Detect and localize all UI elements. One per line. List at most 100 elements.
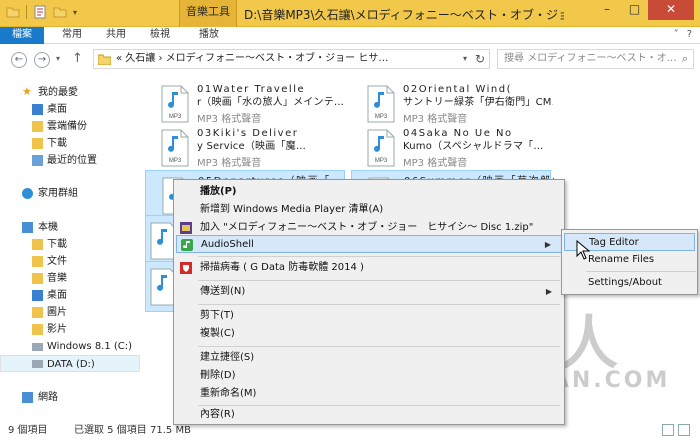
address-dropdown-icon[interactable]: ▾ <box>463 50 467 68</box>
submenu-item-settings-about[interactable]: Settings/About <box>564 274 695 292</box>
file-name-line2: r（映画「水の旅人」メインテ… <box>197 97 345 108</box>
file-type-label: MP3 <box>169 158 182 164</box>
menu-item-send-to[interactable]: 傳送到(N) ▶ <box>176 283 562 301</box>
file-type: MP3 格式聲音 <box>197 158 262 169</box>
file-item[interactable]: MP3 04Saka No Ue No Kumo（スペシャルドラマ「… MP3 … <box>351 123 551 174</box>
file-item[interactable]: MP3 03Kiki's Deliver y Service（映画「魔… MP3… <box>145 123 345 174</box>
sidebar-item-drive-d[interactable]: DATA (D:) <box>0 355 140 372</box>
properties-icon[interactable] <box>33 5 47 19</box>
address-path: « 久石讓 › メロディフォニー～ベスト・オブ・ジョー ヒサ… <box>116 53 389 64</box>
documents-icon <box>32 256 43 267</box>
sidebar-item-videos[interactable]: 影片 <box>0 321 140 338</box>
audioshell-submenu: Tag Editor Rename Files Settings/About <box>561 229 698 295</box>
menu-item-add-to-wmp[interactable]: 新增到 Windows Media Player 清單(A) <box>176 201 562 219</box>
search-input[interactable]: 搜尋 メロディフォニー～ベスト・オ… ⌕ <box>497 49 694 69</box>
tiles-view-icon[interactable] <box>678 424 690 436</box>
window-title: D:\音樂MP3\久石讓\メロディフォニー～ベスト・オブ・ジョー・ヒサイシ～ D… <box>244 8 564 22</box>
sidebar-item-recent[interactable]: 最近的位置 <box>0 152 140 169</box>
quick-access-toolbar: ▾ <box>6 5 77 19</box>
tab-play[interactable]: 播放 <box>187 27 231 44</box>
menu-item-audioshell[interactable]: AudioShell ▶ <box>176 235 562 253</box>
desktop-icon <box>32 290 43 301</box>
view-switcher <box>662 424 690 436</box>
menu-item-rename[interactable]: 重新命名(M) <box>176 385 562 403</box>
file-name: 04Saka No Ue No <box>403 128 513 139</box>
menu-item-delete[interactable]: 刪除(D) <box>176 367 562 385</box>
search-placeholder: 搜尋 メロディフォニー～ベスト・オ… <box>504 53 677 64</box>
submenu-arrow-icon: ▶ <box>544 240 551 249</box>
folder-icon <box>98 54 111 65</box>
address-bar[interactable]: « 久石讓 › メロディフォニー～ベスト・オブ・ジョー ヒサ… ▾ ↻ <box>93 49 490 69</box>
ribbon-right-controls: ˅ ? <box>674 29 692 40</box>
sidebar-item-pictures[interactable]: 圖片 <box>0 304 140 321</box>
file-name: 02Oriental Wind( <box>403 84 513 95</box>
sidebar-item-downloads[interactable]: 下載 <box>0 135 140 152</box>
menu-item-copy[interactable]: 複製(C) <box>176 325 562 343</box>
toolbar-divider <box>26 5 27 19</box>
recent-locations-dropdown-icon[interactable]: ▾ <box>56 54 60 63</box>
download-icon <box>32 239 43 250</box>
sidebar-item-music[interactable]: 音樂 <box>0 270 140 287</box>
file-name-line2: Kumo（スペシャルドラマ「… <box>403 141 544 152</box>
network-icon <box>22 392 33 403</box>
file-type-label: MP3 <box>375 158 388 164</box>
recent-icon <box>32 155 43 166</box>
sidebar-item-documents[interactable]: 文件 <box>0 253 140 270</box>
sidebar-item-pc-desktop[interactable]: 桌面 <box>0 287 140 304</box>
menu-item-cut[interactable]: 剪下(T) <box>176 307 562 325</box>
context-menu: 播放(P) 新增到 Windows Media Player 清單(A) 加入 … <box>173 179 565 425</box>
menu-item-scan-virus[interactable]: 掃描病毒 ( G Data 防毒軟體 2014 ) <box>176 259 562 277</box>
videos-icon <box>32 324 43 335</box>
pictures-icon <box>32 307 43 318</box>
download-icon <box>32 138 43 149</box>
qat-dropdown-icon[interactable]: ▾ <box>73 8 77 17</box>
menu-item-create-shortcut[interactable]: 建立捷徑(S) <box>176 349 562 367</box>
music-tools-tab-group[interactable]: 音樂工具 <box>179 0 237 27</box>
expand-ribbon-icon[interactable]: ˅ <box>674 29 679 40</box>
desktop-icon <box>32 104 43 115</box>
sidebar-item-favorites[interactable]: ★ 我的最愛 <box>0 84 140 101</box>
winrar-icon <box>180 222 192 234</box>
sidebar-item-homegroup[interactable]: 家用群組 <box>0 185 140 202</box>
file-name-line2: y Service（映画「魔… <box>197 141 307 152</box>
menu-divider <box>586 271 696 272</box>
music-file-icon: MP3 <box>161 85 189 123</box>
computer-icon <box>22 222 33 233</box>
forward-arrow-icon[interactable]: → <box>34 52 50 68</box>
help-icon[interactable]: ? <box>687 29 692 40</box>
sidebar-item-network[interactable]: 網路 <box>0 389 140 406</box>
maximize-button[interactable]: □ <box>621 0 648 20</box>
music-icon <box>32 273 43 284</box>
menu-divider <box>198 256 560 257</box>
file-name: 01Water Travelle <box>197 84 306 95</box>
folder-icon[interactable] <box>6 5 20 19</box>
navigation-pane: ★ 我的最愛 桌面 雲端備份 下載 最近的位置 家用群組 本機 下載 文件 音樂… <box>0 74 140 419</box>
sidebar-item-desktop[interactable]: 桌面 <box>0 101 140 118</box>
ribbon-tabs: 檔案 常用 共用 檢視 播放 ˅ ? <box>0 27 700 78</box>
menu-item-play[interactable]: 播放(P) <box>176 183 562 201</box>
file-name: 03Kiki's Deliver <box>197 128 299 139</box>
refresh-icon[interactable]: ↻ <box>475 50 485 68</box>
sidebar-item-pc-downloads[interactable]: 下載 <box>0 236 140 253</box>
tab-home[interactable]: 常用 <box>55 27 89 44</box>
details-view-icon[interactable] <box>662 424 674 436</box>
file-type: MP3 格式聲音 <box>403 158 468 169</box>
minimize-button[interactable]: – <box>593 0 621 20</box>
sidebar-item-drive-c[interactable]: Windows 8.1 (C:) <box>0 338 140 355</box>
new-folder-icon[interactable] <box>53 5 67 19</box>
sidebar-item-this-pc[interactable]: 本機 <box>0 219 140 236</box>
file-name-line2: サントリー緑茶「伊右衛門」CM… <box>403 97 553 108</box>
back-arrow-icon[interactable]: ← <box>11 52 27 68</box>
menu-item-properties[interactable]: 內容(R) <box>176 406 562 424</box>
up-arrow-icon[interactable]: ↑ <box>72 51 83 66</box>
sidebar-item-cloud-backup[interactable]: 雲端備份 <box>0 118 140 135</box>
tab-view[interactable]: 檢視 <box>143 27 177 44</box>
homegroup-icon <box>22 188 33 199</box>
gdata-shield-icon <box>180 262 192 274</box>
menu-divider <box>198 304 560 305</box>
close-button[interactable]: ✕ <box>648 0 694 20</box>
tab-share[interactable]: 共用 <box>99 27 133 44</box>
music-file-icon: MP3 <box>161 129 189 167</box>
music-file-icon: MP3 <box>367 85 395 123</box>
title-bar: ▾ 音樂工具 D:\音樂MP3\久石讓\メロディフォニー～ベスト・オブ・ジョー・… <box>0 0 700 27</box>
